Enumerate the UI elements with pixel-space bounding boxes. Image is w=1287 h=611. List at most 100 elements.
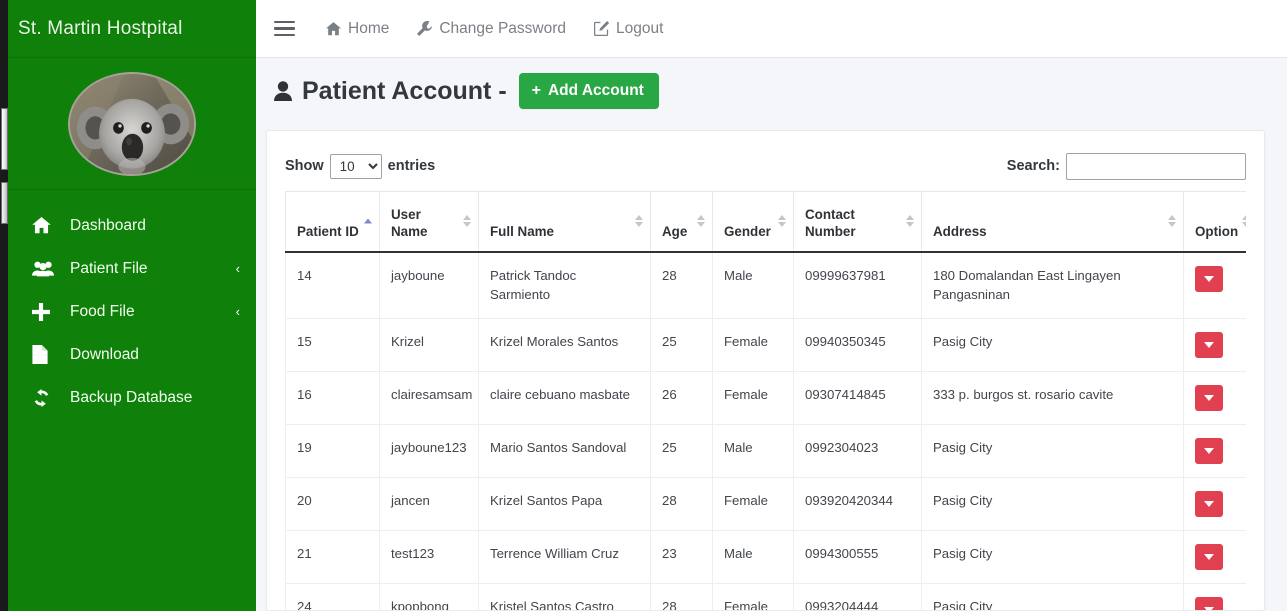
option-dropdown-button[interactable] bbox=[1195, 332, 1223, 359]
avatar bbox=[68, 71, 196, 176]
koala-avatar-icon bbox=[70, 73, 194, 174]
patient-table-card: Show 102550100 entries Search: bbox=[266, 130, 1265, 611]
topnav-link-home[interactable]: Home bbox=[326, 20, 389, 38]
wrench-icon bbox=[417, 21, 433, 36]
sidebar-item-food-file[interactable]: Food File ‹ bbox=[8, 290, 256, 333]
search-control: Search: bbox=[1007, 152, 1246, 180]
cell-gender: Male bbox=[712, 250, 794, 320]
table-body: 14 jayboune Patrick Tandoc Sarmiento 28 Male… bbox=[285, 250, 1246, 610]
column-header-address[interactable]: Address bbox=[921, 191, 1184, 253]
cell-option bbox=[1183, 424, 1246, 479]
home-icon bbox=[32, 217, 58, 234]
sort-icon bbox=[1168, 215, 1176, 228]
search-input[interactable] bbox=[1066, 152, 1246, 180]
cell-contact-number: 0992304023 bbox=[793, 424, 922, 479]
table-row: 14 jayboune Patrick Tandoc Sarmiento 28 Male… bbox=[285, 250, 1246, 320]
table-header-row: Patient ID User Name Full Name Age Gende… bbox=[285, 191, 1246, 253]
add-account-button-label: Add Account bbox=[547, 82, 644, 99]
cell-address: Pasig City bbox=[921, 318, 1184, 373]
table-row: 16 clairesamsam claire cebuano masbate 26 Fe… bbox=[285, 371, 1246, 426]
hamburger-icon[interactable] bbox=[274, 14, 304, 44]
cell-address: 333 p. burgos st. rosario cavite bbox=[921, 371, 1184, 426]
cell-option bbox=[1183, 477, 1246, 532]
refresh-icon bbox=[32, 388, 58, 407]
option-dropdown-button[interactable] bbox=[1195, 544, 1223, 571]
caret-down-icon bbox=[1204, 607, 1214, 610]
cell-age: 28 bbox=[650, 477, 713, 532]
page-title: Patient Account - bbox=[302, 76, 507, 105]
show-label: Show bbox=[285, 158, 324, 174]
cell-patient-id: 19 bbox=[285, 424, 380, 479]
column-header-full-name[interactable]: Full Name bbox=[478, 191, 651, 253]
sidebar-item-label: Download bbox=[70, 345, 139, 363]
topnav-link-change-password[interactable]: Change Password bbox=[417, 20, 566, 38]
sort-icon bbox=[778, 215, 786, 228]
topnav-link-label: Change Password bbox=[439, 19, 567, 37]
sort-icon bbox=[463, 215, 471, 228]
caret-down-icon bbox=[1204, 448, 1214, 455]
cell-option bbox=[1183, 250, 1246, 320]
sort-ascending-icon bbox=[364, 218, 372, 224]
option-dropdown-button[interactable] bbox=[1195, 438, 1223, 465]
cell-full-name: Terrence William Cruz bbox=[478, 530, 651, 585]
column-header-option[interactable]: Option bbox=[1183, 191, 1246, 253]
page-header: Patient Account - + Add Account bbox=[256, 58, 1287, 124]
column-header-label: User Name bbox=[391, 207, 428, 239]
sidebar-item-dashboard[interactable]: Dashboard bbox=[8, 204, 256, 247]
app-root: St. Martin Hostpital Dashboard Patient F… bbox=[0, 0, 1287, 611]
column-header-user-name[interactable]: User Name bbox=[379, 191, 479, 253]
sort-icon bbox=[906, 215, 914, 228]
patient-table: Patient ID User Name Full Name Age Gende… bbox=[285, 191, 1246, 610]
option-dropdown-button[interactable] bbox=[1195, 385, 1223, 412]
cell-user-name: jayboune123 bbox=[379, 424, 479, 479]
file-icon bbox=[32, 345, 58, 364]
cell-full-name: Kristel Santos Castro bbox=[478, 583, 651, 610]
cell-option bbox=[1183, 583, 1246, 610]
topnav-link-label: Logout bbox=[616, 19, 664, 37]
cell-age: 23 bbox=[650, 530, 713, 585]
cell-address: Pasig City bbox=[921, 477, 1184, 532]
window-edge-scrollbar[interactable] bbox=[0, 0, 8, 611]
scrollbar-thumb-upper[interactable] bbox=[1, 108, 8, 170]
cell-patient-id: 20 bbox=[285, 477, 380, 532]
cell-user-name: kpopbong bbox=[379, 583, 479, 610]
option-dropdown-button[interactable] bbox=[1195, 265, 1223, 292]
column-header-gender[interactable]: Gender bbox=[712, 191, 794, 253]
plus-icon bbox=[32, 302, 58, 321]
sidebar: St. Martin Hostpital Dashboard Patient F… bbox=[0, 0, 256, 611]
plus-icon: + bbox=[531, 82, 541, 99]
cell-gender: Female bbox=[712, 371, 794, 426]
cell-age: 26 bbox=[650, 371, 713, 426]
cell-address: Pasig City bbox=[921, 583, 1184, 610]
cell-address: Pasig City bbox=[921, 424, 1184, 479]
sidebar-item-backup-database[interactable]: Backup Database bbox=[8, 376, 256, 419]
cell-patient-id: 15 bbox=[285, 318, 380, 373]
table-row: 21 test123 Terrence William Cruz 23 Male 0994… bbox=[285, 530, 1246, 585]
option-dropdown-button[interactable] bbox=[1195, 491, 1223, 518]
cell-contact-number: 0994300555 bbox=[793, 530, 922, 585]
cell-contact-number: 09940350345 bbox=[793, 318, 922, 373]
column-header-patient-id[interactable]: Patient ID bbox=[285, 191, 380, 253]
cell-address: Pasig City bbox=[921, 530, 1184, 585]
topnav-link-logout[interactable]: Logout bbox=[594, 20, 663, 38]
cell-contact-number: 09999637981 bbox=[793, 250, 922, 320]
cell-contact-number: 093920420344 bbox=[793, 477, 922, 532]
sidebar-brand-label: St. Martin Hostpital bbox=[18, 17, 183, 39]
column-header-contact-number[interactable]: Contact Number bbox=[793, 191, 922, 253]
sidebar-brand[interactable]: St. Martin Hostpital bbox=[8, 0, 256, 58]
cell-contact-number: 0993204444 bbox=[793, 583, 922, 610]
sort-icon bbox=[635, 215, 643, 228]
sidebar-item-patient-file[interactable]: Patient File ‹ bbox=[8, 247, 256, 290]
sidebar-item-download[interactable]: Download bbox=[8, 333, 256, 376]
option-dropdown-button[interactable] bbox=[1195, 597, 1223, 610]
page-length-select[interactable]: 102550100 bbox=[329, 153, 382, 179]
cell-user-name: jancen bbox=[379, 477, 479, 532]
cell-option bbox=[1183, 371, 1246, 426]
cell-patient-id: 24 bbox=[285, 583, 380, 610]
scrollbar-thumb-lower[interactable] bbox=[1, 182, 8, 224]
cell-full-name: Krizel Morales Santos bbox=[478, 318, 651, 373]
sidebar-avatar-container bbox=[8, 58, 256, 190]
column-header-age[interactable]: Age bbox=[650, 191, 713, 253]
table-row: 19 jayboune123 Mario Santos Sandoval 25 Male… bbox=[285, 424, 1246, 479]
add-account-button[interactable]: + Add Account bbox=[518, 73, 659, 109]
